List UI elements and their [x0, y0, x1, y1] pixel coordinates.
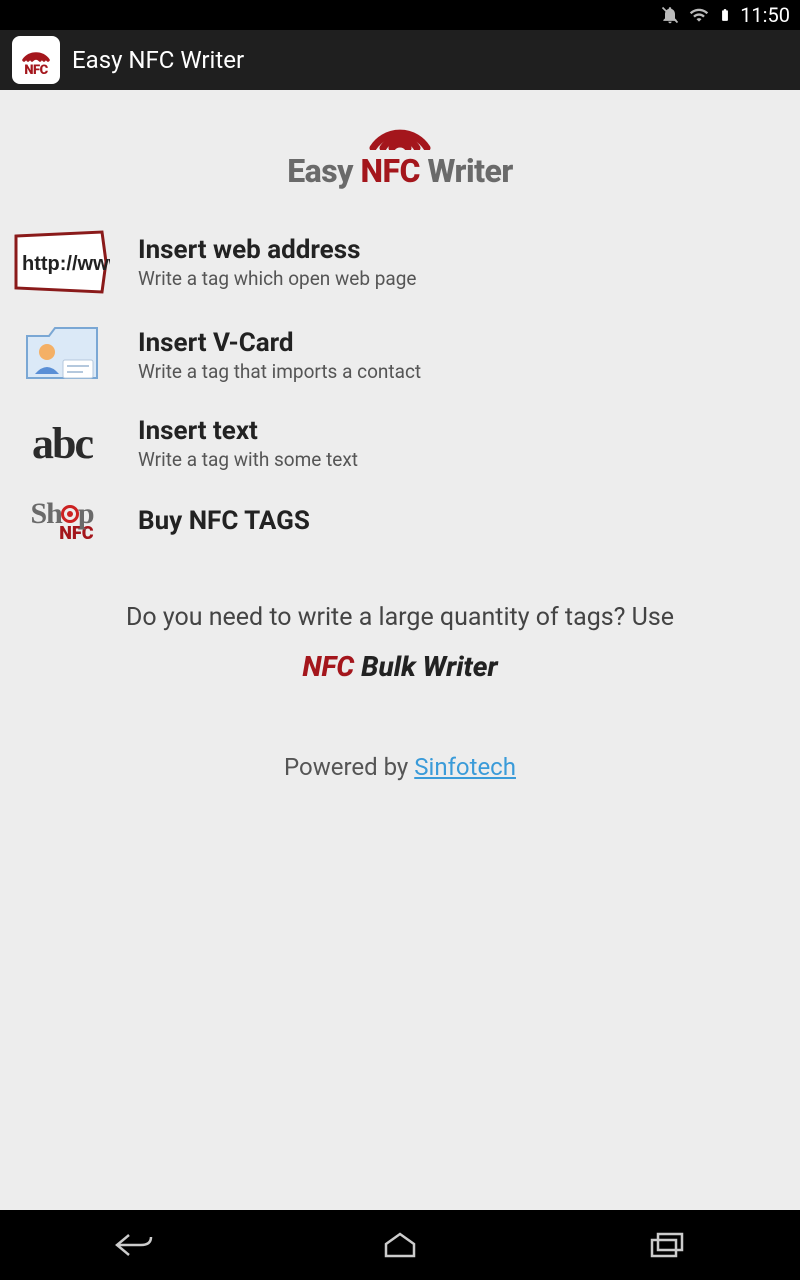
menu-item-title: Insert text	[138, 416, 784, 446]
powered-by: Powered by Sinfotech	[0, 753, 800, 781]
back-button[interactable]	[88, 1220, 178, 1270]
nfc-arcs-icon	[21, 42, 51, 62]
menu-item-text[interactable]: abc Insert text Write a tag with some te…	[0, 402, 800, 485]
home-button[interactable]	[355, 1220, 445, 1270]
menu-item-title: Insert web address	[138, 235, 784, 265]
shop-nfc-icon: Shp NFC	[14, 499, 110, 543]
action-bar: NFC Easy NFC Writer	[0, 30, 800, 90]
vcard-icon	[14, 322, 110, 388]
app-icon: NFC	[12, 36, 60, 84]
menu-item-buy-tags[interactable]: Shp NFC Buy NFC TAGS	[0, 485, 800, 557]
brand-text: Easy NFC Writer	[0, 152, 800, 190]
abc-icon: abc	[14, 418, 110, 469]
navigation-bar	[0, 1210, 800, 1280]
menu-item-subtitle: Write a tag with some text	[138, 448, 784, 471]
http-icon: http://www	[14, 230, 110, 294]
brand-writer: Writer	[427, 152, 512, 190]
menu-item-title: Buy NFC TAGS	[138, 506, 784, 536]
battery-icon	[718, 4, 732, 26]
content: Easy NFC Writer http://www Insert web ad…	[0, 90, 800, 801]
menu-item-subtitle: Write a tag that imports a contact	[138, 360, 784, 383]
sinfotech-link[interactable]: Sinfotech	[414, 753, 516, 781]
promo-text: Do you need to write a large quantity of…	[0, 557, 800, 632]
nfc-icon-label: NFC	[24, 63, 47, 78]
brand-block: Easy NFC Writer	[0, 90, 800, 216]
recent-apps-button[interactable]	[622, 1220, 712, 1270]
brand-nfc: NFC	[360, 152, 420, 190]
brand-arcs-icon	[0, 108, 800, 150]
bulk-writer-link[interactable]: NFC Bulk Writer	[0, 650, 800, 683]
svg-text:http://www: http://www	[22, 253, 110, 275]
mute-icon	[660, 5, 680, 25]
menu-item-web-address[interactable]: http://www Insert web address Write a ta…	[0, 216, 800, 308]
action-bar-title: Easy NFC Writer	[72, 46, 244, 74]
menu-item-vcard[interactable]: Insert V-Card Write a tag that imports a…	[0, 308, 800, 402]
brand-easy: Easy	[287, 152, 353, 190]
menu-item-subtitle: Write a tag which open web page	[138, 267, 784, 290]
status-bar: 11:50	[0, 0, 800, 30]
menu-item-title: Insert V-Card	[138, 328, 784, 358]
wifi-icon	[688, 5, 710, 25]
clock: 11:50	[740, 3, 790, 27]
